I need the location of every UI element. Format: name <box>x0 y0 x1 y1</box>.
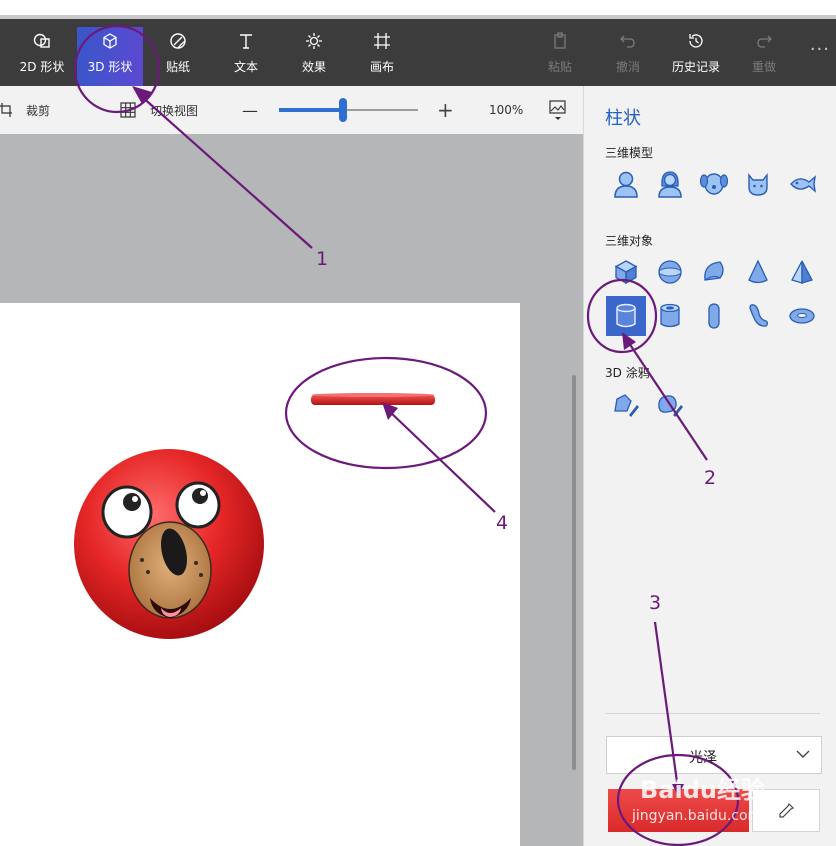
undo-button[interactable]: 撤消 <box>596 27 660 86</box>
torus-button[interactable] <box>782 296 822 336</box>
redo-button[interactable]: 重做 <box>732 27 796 86</box>
3d-shapes-panel: 柱状 三维模型 三维对象 3D 涂鸦 光泽 <box>583 86 836 846</box>
hemisphere-button[interactable] <box>694 252 734 292</box>
fish-model-icon <box>790 175 816 193</box>
3d-dog-face-model[interactable] <box>74 449 264 639</box>
cone-button[interactable] <box>738 252 778 292</box>
pyramid-button[interactable] <box>782 252 822 292</box>
torus-icon <box>789 308 815 324</box>
canvas-objects <box>74 393 435 639</box>
watermark-logo: Baidu经验 <box>640 776 765 804</box>
dog-model-icon <box>699 173 729 195</box>
annotation-number-1: 1 <box>316 248 329 270</box>
tube-button[interactable] <box>650 296 690 336</box>
sharp-doodle-button[interactable] <box>606 384 646 424</box>
sharp-doodle-icon <box>614 394 639 417</box>
panel-divider <box>606 713 820 714</box>
more-options-button[interactable]: ··· <box>810 39 830 60</box>
undo-icon <box>618 27 638 55</box>
dog-model-button[interactable] <box>694 164 734 204</box>
annotation-number-2: 2 <box>704 467 717 489</box>
sphere-button[interactable] <box>650 252 690 292</box>
section-3d-objects-title: 三维对象 <box>605 234 654 248</box>
section-3d-doodle-title: 3D 涂鸦 <box>605 366 650 380</box>
cylinder-icon <box>616 303 636 328</box>
capsule-button[interactable] <box>694 296 734 336</box>
soft-doodle-button[interactable] <box>650 384 690 424</box>
cone-icon <box>748 259 768 284</box>
panel-title: 柱状 <box>605 108 641 129</box>
eyedropper-icon <box>777 802 795 820</box>
sphere-icon <box>658 260 682 284</box>
woman-model-icon <box>658 171 682 198</box>
chevron-down-icon <box>795 746 811 766</box>
redo-label: 重做 <box>751 60 776 74</box>
soft-doodle-icon <box>658 395 683 417</box>
annotation-number-3: 3 <box>649 592 662 614</box>
cube-button[interactable] <box>606 252 646 292</box>
watermark-url: jingyan.baidu.com <box>632 808 762 824</box>
capsule-icon <box>708 303 720 329</box>
hemisphere-icon <box>704 261 724 281</box>
cylinder-button[interactable] <box>606 296 646 336</box>
3d-cylinder-disc[interactable] <box>311 393 435 405</box>
man-model-icon <box>614 171 638 198</box>
pyramid-icon <box>791 260 813 284</box>
cat-model-icon <box>748 173 768 196</box>
section-3d-models-title: 三维模型 <box>605 146 654 160</box>
annotation-number-4: 4 <box>496 512 509 534</box>
undo-label: 撤消 <box>615 60 640 74</box>
woman-model-button[interactable] <box>650 164 690 204</box>
history-icon <box>686 27 706 55</box>
man-model-button[interactable] <box>606 164 646 204</box>
cube-icon <box>614 260 638 285</box>
material-value: 光泽 <box>689 750 717 766</box>
bent-tube-button[interactable] <box>738 296 778 336</box>
bent-tube-icon <box>749 304 769 327</box>
history-button[interactable]: 历史记录 <box>664 27 728 86</box>
redo-icon <box>754 27 774 55</box>
cat-model-button[interactable] <box>738 164 778 204</box>
tube-icon <box>660 303 680 328</box>
fish-model-button[interactable] <box>782 164 822 204</box>
history-label: 历史记录 <box>671 60 720 74</box>
material-dropdown[interactable]: 光泽 <box>606 736 822 774</box>
